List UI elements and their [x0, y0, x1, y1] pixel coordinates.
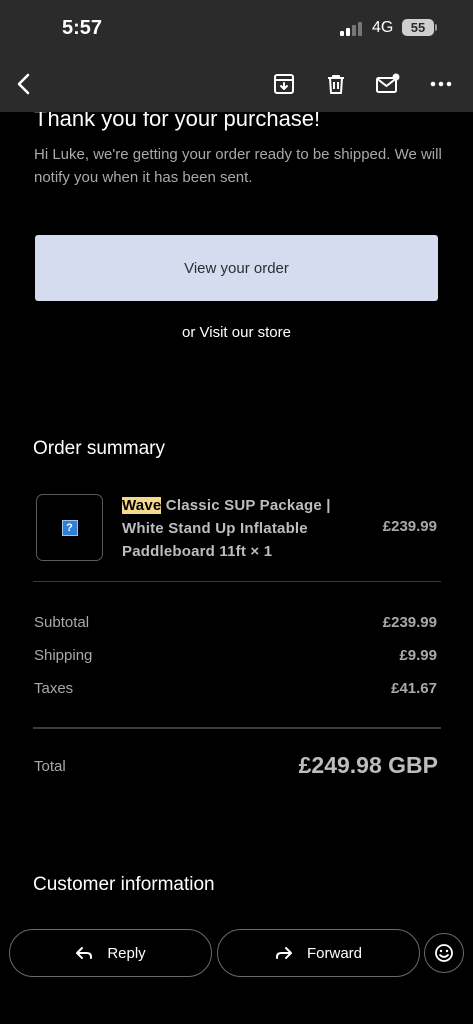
product-title: Wave Classic SUP Package | White Stand U… [122, 494, 350, 563]
email-heading: Thank you for your purchase! [34, 112, 321, 131]
shipping-value: £9.99 [399, 647, 437, 664]
archive-button[interactable] [268, 68, 300, 100]
total-label: Total [34, 758, 66, 775]
back-button[interactable] [8, 68, 40, 100]
mail-unread-icon [376, 73, 400, 93]
total-divider [33, 727, 441, 729]
customer-info-title: Customer information [33, 874, 215, 895]
cellular-signal-icon [340, 20, 366, 36]
search-highlight: Wave [122, 497, 162, 514]
subtotal-label: Subtotal [34, 614, 90, 631]
emoji-reaction-button[interactable] [424, 933, 464, 973]
reply-icon [76, 947, 93, 959]
forward-icon [275, 947, 292, 959]
chevron-left-icon [17, 73, 30, 95]
product-price: £239.99 [382, 518, 437, 535]
more-horizontal-icon [430, 81, 452, 87]
forward-button[interactable]: Forward [217, 929, 420, 977]
smiley-icon [435, 944, 453, 962]
shipping-label: Shipping [34, 647, 93, 664]
visit-store-link[interactable]: or Visit our store [0, 324, 473, 341]
delete-button[interactable] [320, 68, 352, 100]
action-bar: Reply Forward [0, 912, 473, 1024]
email-body: Thank you for your purchase! Hi Luke, we… [0, 112, 473, 912]
trash-icon [328, 75, 344, 94]
summary-divider [33, 581, 441, 582]
forward-label: Forward [306, 944, 362, 962]
broken-image-icon: ? [61, 519, 78, 536]
view-order-button[interactable]: View your order [35, 235, 438, 301]
product-thumbnail: ? [36, 494, 103, 561]
order-summary-title: Order summary [33, 438, 165, 459]
archive-icon [274, 74, 294, 94]
email-toolbar [0, 56, 473, 112]
total-value: £249.98 GBP [298, 752, 438, 778]
battery-icon: 55 [402, 19, 434, 36]
battery-nub [435, 24, 437, 31]
email-intro: Hi Luke, we're getting your order ready … [34, 146, 442, 186]
subtotal-value: £239.99 [382, 614, 437, 631]
mark-unread-button[interactable] [372, 68, 404, 100]
network-type: 4G [372, 19, 394, 36]
taxes-value: £41.67 [391, 680, 437, 697]
status-bar: 5:57 4G 55 [0, 0, 473, 56]
reply-button[interactable]: Reply [9, 929, 212, 977]
more-button[interactable] [425, 68, 457, 100]
taxes-label: Taxes [34, 680, 74, 697]
status-time: 5:57 [62, 17, 103, 39]
reply-label: Reply [107, 944, 146, 962]
